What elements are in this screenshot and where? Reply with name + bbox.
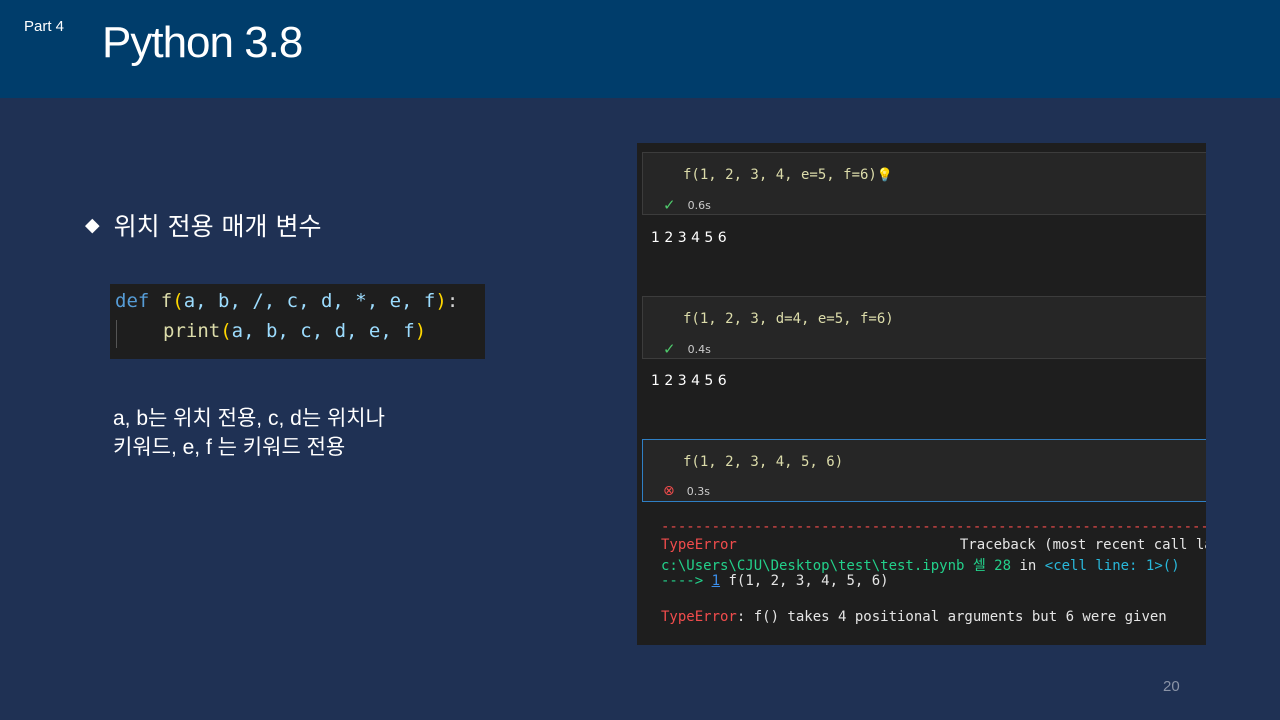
cell-code-text: f(1, 2, 3, 4, 5, 6): [683, 454, 844, 470]
lightbulb-icon[interactable]: 💡: [877, 168, 893, 183]
cell-status: ✓ 0.4s: [663, 340, 711, 358]
cell-output: 1 2 3 4 5 6: [651, 230, 727, 246]
code-colon: :: [446, 290, 459, 312]
traceback-path-line: c:\Users\CJU\Desktop\test\test.ipynb 셀 2…: [661, 555, 1180, 575]
code-params: a, b, /, c, d, *, e, f: [183, 290, 436, 312]
bullet-text: 위치 전용 매개 변수: [113, 212, 322, 241]
error-icon: ⊗: [663, 483, 675, 499]
indent-guide: [116, 320, 117, 348]
cell-time: 0.4s: [687, 342, 711, 356]
traceback-path[interactable]: c:\Users\CJU\Desktop\test\test.ipynb 셀 2…: [661, 558, 1011, 574]
cell-code[interactable]: f(1, 2, 3, d=4, e=5, f=6): [683, 311, 894, 327]
code-function-name: f: [160, 290, 173, 312]
traceback-call-line: ----> 1 f(1, 2, 3, 4, 5, 6): [661, 573, 889, 589]
slide-title: Python 3.8: [102, 18, 303, 67]
code-keyword: def: [115, 290, 150, 312]
code-open-paren: (: [220, 320, 232, 342]
code-snippet: def f(a, b, /, c, d, *, e, f): print(a, …: [110, 284, 485, 359]
slide-header: Part 4 Python 3.8: [0, 0, 1280, 98]
cell-status: ⊗ 0.3s: [663, 483, 710, 499]
bullet-heading: ◆ 위치 전용 매개 변수: [85, 207, 321, 243]
code-line-1: def f(a, b, /, c, d, *, e, f):: [115, 290, 458, 312]
code-close-paren: ): [414, 320, 427, 342]
traceback-cell-ref: <cell line: 1>(): [1044, 558, 1180, 574]
traceback-in: in: [1019, 558, 1037, 574]
check-icon: ✓: [663, 340, 676, 358]
traceback-line-link[interactable]: 1: [712, 573, 720, 589]
code-line-2: print(a, b, c, d, e, f): [163, 320, 426, 342]
check-icon: ✓: [663, 196, 676, 214]
error-type: TypeError: [661, 537, 737, 553]
cell-code[interactable]: f(1, 2, 3, 4, e=5, f=6)💡: [683, 167, 893, 183]
traceback-message: TypeError: f() takes 4 positional argume…: [661, 609, 1167, 625]
code-close-paren: ): [435, 290, 447, 312]
code-open-paren: (: [172, 290, 184, 312]
traceback-title: Traceback (most recent call last): [959, 537, 1206, 553]
page-number: 20: [1163, 678, 1180, 695]
cell-time: 0.3s: [686, 484, 710, 498]
traceback-arrow: ---->: [661, 573, 704, 589]
notebook-cell-1[interactable]: f(1, 2, 3, 4, e=5, f=6)💡 ✓ 0.6s: [642, 152, 1206, 215]
cell-status: ✓ 0.6s: [663, 196, 711, 214]
description: a, b는 위치 전용, c, d는 위치나 키워드, e, f 는 키워드 전…: [113, 404, 385, 462]
notebook-cell-3[interactable]: f(1, 2, 3, 4, 5, 6) ⊗ 0.3s: [642, 439, 1206, 502]
code-args: a, b, c, d, e, f: [231, 320, 415, 342]
notebook-cell-2[interactable]: f(1, 2, 3, d=4, e=5, f=6) ✓ 0.4s: [642, 296, 1206, 359]
traceback-header: TypeError Traceback (most recent call las…: [661, 537, 1206, 553]
diamond-bullet-icon: ◆: [85, 214, 100, 236]
final-error-type: TypeError: [661, 609, 737, 625]
part-label: Part 4: [24, 18, 65, 35]
cell-output: 1 2 3 4 5 6: [651, 373, 727, 389]
cell-code[interactable]: f(1, 2, 3, 4, 5, 6): [683, 454, 843, 470]
cell-code-text: f(1, 2, 3, 4, e=5, f=6): [683, 167, 877, 183]
cell-code-text: f(1, 2, 3, d=4, e=5, f=6): [683, 311, 894, 327]
description-line-2: 키워드, e, f 는 키워드 전용: [113, 436, 346, 459]
code-function-name: print: [163, 320, 221, 342]
notebook-screenshot: f(1, 2, 3, 4, e=5, f=6)💡 ✓ 0.6s 1 2 3 4 …: [637, 143, 1206, 645]
cell-time: 0.6s: [687, 198, 711, 212]
traceback-call: f(1, 2, 3, 4, 5, 6): [728, 573, 889, 589]
description-line-1: a, b는 위치 전용, c, d는 위치나: [113, 407, 385, 430]
traceback-divider: ----------------------------------------…: [661, 519, 1206, 535]
final-error-message: : f() takes 4 positional arguments but 6…: [736, 609, 1167, 625]
